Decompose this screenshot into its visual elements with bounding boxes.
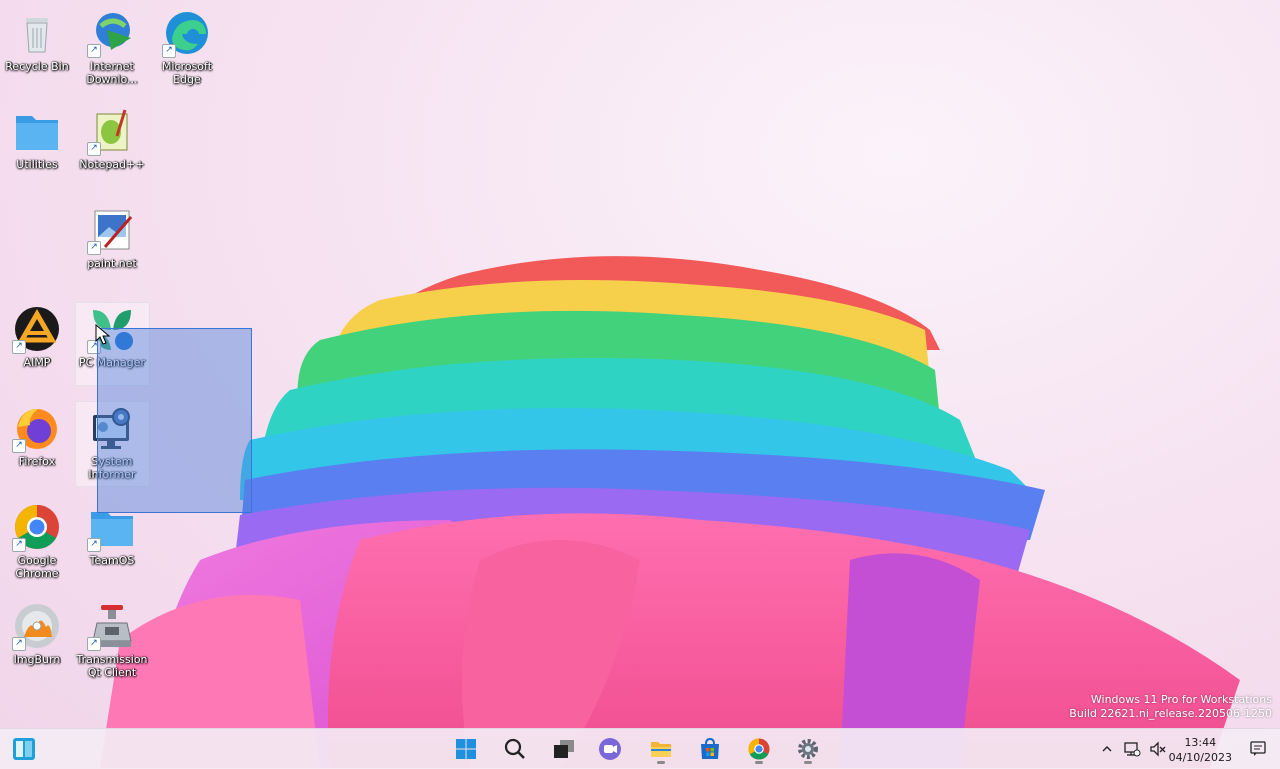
paint-net-icon: ↗ <box>87 205 137 255</box>
desktop-icon-microsoft-edge[interactable]: ↗ Microsoft Edge <box>150 8 224 86</box>
desktop-icon-label: Microsoft Edge <box>161 60 213 86</box>
shortcut-arrow-icon: ↗ <box>87 538 101 552</box>
widgets-icon <box>13 738 35 760</box>
shortcut-arrow-icon: ↗ <box>87 241 101 255</box>
desktop-icon-notepad-plus-plus[interactable]: ↗ Notepad++ <box>75 106 149 171</box>
selection-marquee <box>97 328 252 513</box>
windows-watermark: Windows 11 Pro for Workstations Build 22… <box>1069 693 1272 721</box>
imgburn-icon: ↗ <box>12 601 62 651</box>
chrome-taskbar-button[interactable] <box>741 733 777 765</box>
widgets-button[interactable] <box>6 733 42 765</box>
desktop-icon-paint-net[interactable]: ↗ paint.net <box>75 205 149 270</box>
store-icon <box>701 737 719 759</box>
teams-chat-icon <box>599 738 621 760</box>
file-explorer-icon <box>651 742 671 757</box>
taskbar: 13:44 04/10/2023 <box>0 728 1280 769</box>
desktop-icon-firefox[interactable]: ↗ Firefox <box>0 403 74 468</box>
aimp-icon: ↗ <box>12 304 62 354</box>
volume-button[interactable] <box>1148 739 1168 759</box>
watermark-edition: Windows 11 Pro for Workstations <box>1090 693 1272 706</box>
network-icon <box>1124 742 1141 757</box>
chrome-icon: ↗ <box>12 502 62 552</box>
desktop-icon-label: Utilities <box>16 158 58 171</box>
task-view-icon <box>554 740 574 758</box>
notification-icon <box>1250 741 1266 756</box>
desktop-icon-recycle-bin[interactable]: Recycle Bin <box>0 8 74 73</box>
shortcut-arrow-icon: ↗ <box>162 44 176 58</box>
settings-button[interactable] <box>790 733 826 765</box>
search-icon <box>504 738 525 759</box>
desktop-icon-label: TeamOS <box>89 554 135 567</box>
taskbar-clock[interactable]: 13:44 04/10/2023 <box>1169 735 1232 765</box>
gear-icon <box>798 739 818 759</box>
search-button[interactable] <box>497 733 533 765</box>
shortcut-arrow-icon: ↗ <box>12 637 26 651</box>
recycle-bin-icon <box>12 8 62 58</box>
desktop-icon-label: Google Chrome <box>15 554 59 580</box>
task-view-button[interactable] <box>546 733 582 765</box>
desktop-icon-label: ImgBurn <box>13 653 61 666</box>
volume-muted-icon <box>1150 741 1166 757</box>
chevron-up-icon <box>1102 746 1112 752</box>
desktop-icon-internet-download-manager[interactable]: ↗ Internet Downlo... <box>75 8 149 86</box>
firefox-icon: ↗ <box>12 403 62 453</box>
desktop-icon-label: Firefox <box>18 455 56 468</box>
microsoft-store-button[interactable] <box>692 733 728 765</box>
teams-chat-button[interactable] <box>592 733 628 765</box>
desktop-icon-label: Recycle Bin <box>5 60 69 73</box>
clock-date: 04/10/2023 <box>1168 751 1232 764</box>
shortcut-arrow-icon: ↗ <box>87 44 101 58</box>
desktop-icon-label: AIMP <box>23 356 51 369</box>
chrome-icon <box>748 738 770 760</box>
watermark-build: Build 22621.ni_release.220506-1250 <box>1069 707 1272 720</box>
desktop-icon-label: Notepad++ <box>79 158 145 171</box>
desktop-icon-imgburn[interactable]: ↗ ImgBurn <box>0 601 74 666</box>
edge-icon: ↗ <box>162 8 212 58</box>
shortcut-arrow-icon: ↗ <box>12 340 26 354</box>
desktop-icon-transmission[interactable]: ↗ Transmission Qt Client <box>75 601 149 679</box>
desktop-icon-label: Transmission Qt Client <box>76 653 148 679</box>
start-button[interactable] <box>448 733 484 765</box>
shortcut-arrow-icon: ↗ <box>87 637 101 651</box>
shortcut-arrow-icon: ↗ <box>12 538 26 552</box>
desktop-icon-google-chrome[interactable]: ↗ Google Chrome <box>0 502 74 580</box>
desktop-icon-label: paint.net <box>87 257 137 270</box>
show-hidden-icons-button[interactable] <box>1097 739 1117 759</box>
shortcut-arrow-icon: ↗ <box>87 142 101 156</box>
desktop-icon-utilities[interactable]: Utilities <box>0 106 74 171</box>
desktop-icon-label: Internet Downlo... <box>86 60 138 86</box>
transmission-icon: ↗ <box>87 601 137 651</box>
windows-logo-icon <box>456 739 476 759</box>
desktop-icon-aimp[interactable]: ↗ AIMP <box>0 304 74 369</box>
shortcut-arrow-icon: ↗ <box>12 439 26 453</box>
notification-center-button[interactable] <box>1248 739 1268 759</box>
clock-time: 13:44 <box>1184 736 1217 749</box>
network-button[interactable] <box>1122 739 1142 759</box>
notepad-plus-plus-icon: ↗ <box>87 106 137 156</box>
internet-download-manager-icon: ↗ <box>87 8 137 58</box>
folder-icon <box>12 106 62 156</box>
mouse-cursor-icon <box>95 324 111 345</box>
file-explorer-button[interactable] <box>643 733 679 765</box>
